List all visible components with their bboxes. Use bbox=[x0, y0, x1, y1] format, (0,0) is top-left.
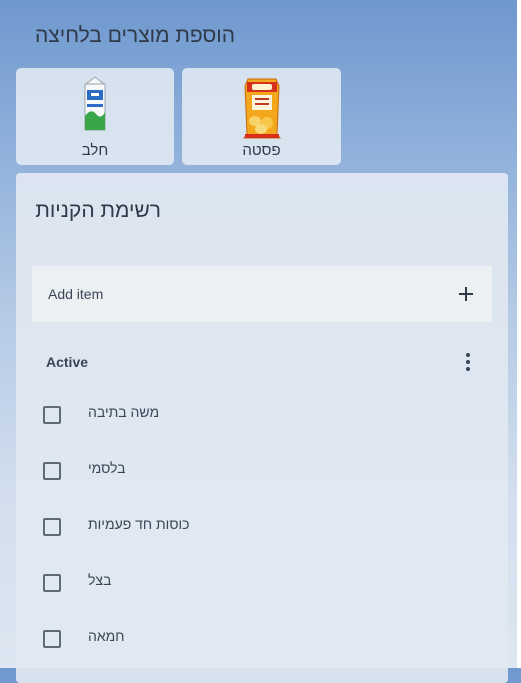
list-item: בלסמי bbox=[32, 442, 492, 498]
active-section-header: Active bbox=[46, 354, 89, 370]
item-checkbox[interactable] bbox=[43, 406, 61, 424]
item-checkbox[interactable] bbox=[43, 462, 61, 480]
quick-add-pasta-label: פסטה bbox=[242, 142, 281, 159]
milk-carton-icon bbox=[84, 76, 106, 131]
list-item: חמאה bbox=[32, 610, 492, 666]
list-item: משה בתיבה bbox=[32, 386, 492, 442]
add-item-input[interactable] bbox=[48, 266, 428, 322]
quick-add-pasta-card[interactable]: פסטה bbox=[182, 68, 341, 165]
shopping-list-title: רשימת הקניות bbox=[35, 199, 161, 222]
list-item: בצל bbox=[32, 554, 492, 610]
quick-add-milk-card[interactable]: חלב bbox=[16, 68, 174, 165]
item-checkbox[interactable] bbox=[43, 630, 61, 648]
item-checkbox[interactable] bbox=[43, 574, 61, 592]
pasta-package-icon bbox=[242, 78, 281, 139]
item-label: חמאה bbox=[88, 628, 125, 644]
item-label: בצל bbox=[88, 572, 112, 588]
quick-add-milk-label: חלב bbox=[81, 142, 109, 159]
item-checkbox[interactable] bbox=[43, 518, 61, 536]
quick-add-title: הוספת מוצרים בלחיצה bbox=[34, 24, 235, 47]
more-vertical-icon[interactable] bbox=[458, 352, 478, 372]
item-label: משה בתיבה bbox=[88, 404, 160, 420]
right-edge-strip bbox=[517, 0, 521, 668]
add-item-box bbox=[32, 266, 492, 322]
plus-icon[interactable] bbox=[456, 284, 476, 304]
item-label: כוסות חד פעמיות bbox=[88, 516, 190, 532]
item-label: בלסמי bbox=[88, 460, 126, 476]
list-item: כוסות חד פעמיות bbox=[32, 498, 492, 554]
